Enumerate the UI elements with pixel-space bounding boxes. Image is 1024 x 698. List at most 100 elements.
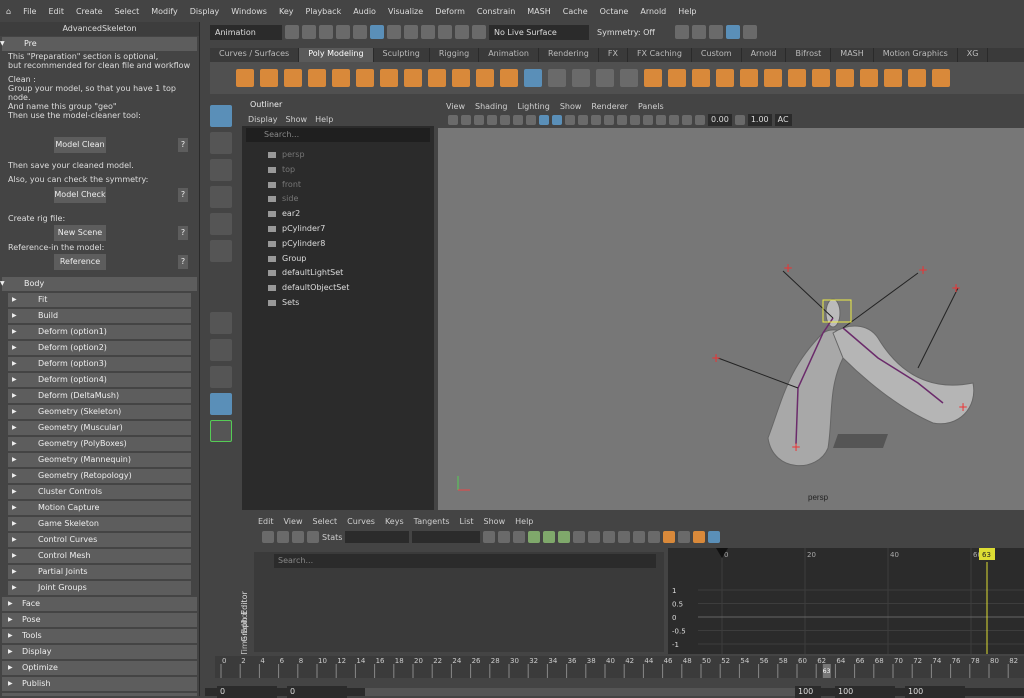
shelf-tab[interactable]: FX Caching [628, 48, 692, 62]
shelf-tab[interactable]: Bifrost [786, 48, 832, 62]
playback-end-field[interactable]: 100 [795, 686, 821, 698]
live-surface-field[interactable]: No Live Surface [489, 24, 589, 40]
poly-cylinder-icon[interactable] [284, 69, 302, 87]
home-icon[interactable]: ⌂ [0, 7, 17, 16]
hypershade-icon[interactable] [726, 25, 740, 39]
key-move-icon[interactable] [262, 531, 274, 543]
camera-select-icon[interactable] [448, 115, 458, 125]
two-view-icon[interactable] [210, 366, 232, 388]
exposure-field[interactable]: 0.00 [708, 114, 732, 126]
stats-field-1[interactable] [345, 531, 410, 543]
menu-set-dropdown[interactable]: Animation [210, 24, 282, 40]
frame-playback-icon[interactable] [498, 531, 511, 543]
arnold-render-icon[interactable] [743, 25, 757, 39]
section-header[interactable]: Optimize [2, 661, 197, 675]
search-icon[interactable] [210, 420, 232, 442]
fill-hole-icon[interactable] [716, 69, 734, 87]
select-object-icon[interactable] [387, 25, 401, 39]
start-frame-field[interactable]: 0 [217, 686, 277, 698]
extrude-icon[interactable] [644, 69, 662, 87]
open-scene-icon[interactable] [302, 25, 316, 39]
poly-platonic-icon[interactable] [404, 69, 422, 87]
new-scene-button[interactable]: New Scene [54, 225, 106, 241]
scale-tool-icon[interactable] [210, 240, 232, 262]
menu-key[interactable]: Key [273, 7, 300, 16]
time-editor-side-tab[interactable]: Time Editor [240, 596, 252, 656]
render-frame-icon[interactable] [675, 25, 689, 39]
camera-attr-icon[interactable] [461, 115, 471, 125]
model-clean-help-button[interactable]: ? [178, 138, 188, 152]
vp-menu-view[interactable]: View [446, 102, 465, 111]
reference-help-button[interactable]: ? [178, 255, 188, 269]
bridge-icon[interactable] [668, 69, 686, 87]
exposure-icon[interactable] [695, 115, 705, 125]
outliner-item[interactable]: side [242, 192, 434, 207]
poly-plane-icon[interactable] [356, 69, 374, 87]
section-header[interactable]: Face [2, 597, 197, 611]
body-item[interactable]: Partial Joints [8, 565, 191, 579]
outliner-item[interactable]: pCylinder8 [242, 237, 434, 252]
body-item[interactable]: Fit [8, 293, 191, 307]
render-settings-icon[interactable] [709, 25, 723, 39]
move-tool-icon[interactable] [210, 186, 232, 208]
snap-curve-icon[interactable] [438, 25, 452, 39]
break-tangent-icon[interactable] [633, 531, 646, 543]
shelf-tab-active[interactable]: Poly Modeling [299, 48, 374, 62]
snap-grid-icon[interactable] [421, 25, 435, 39]
menu-display[interactable]: Display [184, 7, 226, 16]
rotate-tool-icon[interactable] [210, 213, 232, 235]
outliner-menu-show[interactable]: Show [286, 115, 308, 124]
body-item[interactable]: Build [8, 309, 191, 323]
poly-disc-icon[interactable] [380, 69, 398, 87]
outliner-tab[interactable]: Outliner [242, 100, 434, 112]
isolate-icon[interactable] [643, 115, 653, 125]
four-view-icon[interactable] [210, 339, 232, 361]
linear-tangent-icon[interactable] [573, 531, 586, 543]
shelf-tab[interactable]: XG [958, 48, 989, 62]
spline-tangent-icon[interactable] [543, 531, 556, 543]
buffer-curve-icon[interactable] [663, 531, 676, 543]
separate-icon[interactable] [572, 69, 590, 87]
ambient-occlusion-icon[interactable] [604, 115, 614, 125]
layout-icon[interactable] [908, 69, 926, 87]
clamped-tangent-icon[interactable] [558, 531, 571, 543]
poly-helix-icon[interactable] [452, 69, 470, 87]
body-item[interactable]: Geometry (Muscular) [8, 421, 191, 435]
bevel-icon[interactable] [692, 69, 710, 87]
resolution-gate-icon[interactable] [526, 115, 536, 125]
body-item[interactable]: Control Curves [8, 533, 191, 547]
vp-menu-panels[interactable]: Panels [638, 102, 664, 111]
shelf-tab[interactable]: FX [599, 48, 628, 62]
outliner-item[interactable]: ear2 [242, 207, 434, 222]
single-view-icon[interactable] [210, 312, 232, 334]
lights-icon[interactable] [578, 115, 588, 125]
section-header[interactable]: Pose [2, 613, 197, 627]
redo-icon[interactable] [353, 25, 367, 39]
control-x[interactable]: + [711, 351, 721, 365]
grid-icon[interactable] [500, 115, 510, 125]
time-ruler-canvas[interactable]: 0 2 4 6 8 10 12 14 16 18 20 22 24 26 28 30 32 34 36 38 40 42 4… [215, 656, 1024, 678]
graph-area[interactable]: 020406010.50-0.5-1-1.563 [668, 548, 1024, 654]
range-bar[interactable] [365, 688, 815, 696]
reference-button[interactable]: Reference [54, 254, 106, 270]
ge-menu-help[interactable]: Help [515, 517, 533, 526]
ge-menu-show[interactable]: Show [484, 517, 506, 526]
poly-text-icon[interactable] [476, 69, 494, 87]
vp-menu-shading[interactable]: Shading [475, 102, 508, 111]
region-icon[interactable] [307, 531, 319, 543]
menu-file[interactable]: File [17, 7, 42, 16]
playback-start-field[interactable]: 0 [287, 686, 347, 698]
body-item[interactable]: Deform (DeltaMush) [8, 389, 191, 403]
outliner-item[interactable]: defaultObjectSet [242, 281, 434, 296]
menu-cache[interactable]: Cache [557, 7, 594, 16]
control-x[interactable]: + [958, 400, 968, 414]
body-item[interactable]: Deform (option3) [8, 357, 191, 371]
boolean-icon[interactable] [620, 69, 638, 87]
poly-star-icon[interactable] [428, 69, 446, 87]
motion-blur-icon[interactable] [617, 115, 627, 125]
time-ruler[interactable]: 0 2 4 6 8 10 12 14 16 18 20 22 24 26 28 30 32 34 36 38 40 42 4… [215, 656, 1024, 678]
body-item[interactable]: Joint Groups [8, 581, 191, 595]
poly-cone-icon[interactable] [308, 69, 326, 87]
bookmark-icon[interactable] [474, 115, 484, 125]
control-x[interactable]: + [951, 281, 961, 295]
